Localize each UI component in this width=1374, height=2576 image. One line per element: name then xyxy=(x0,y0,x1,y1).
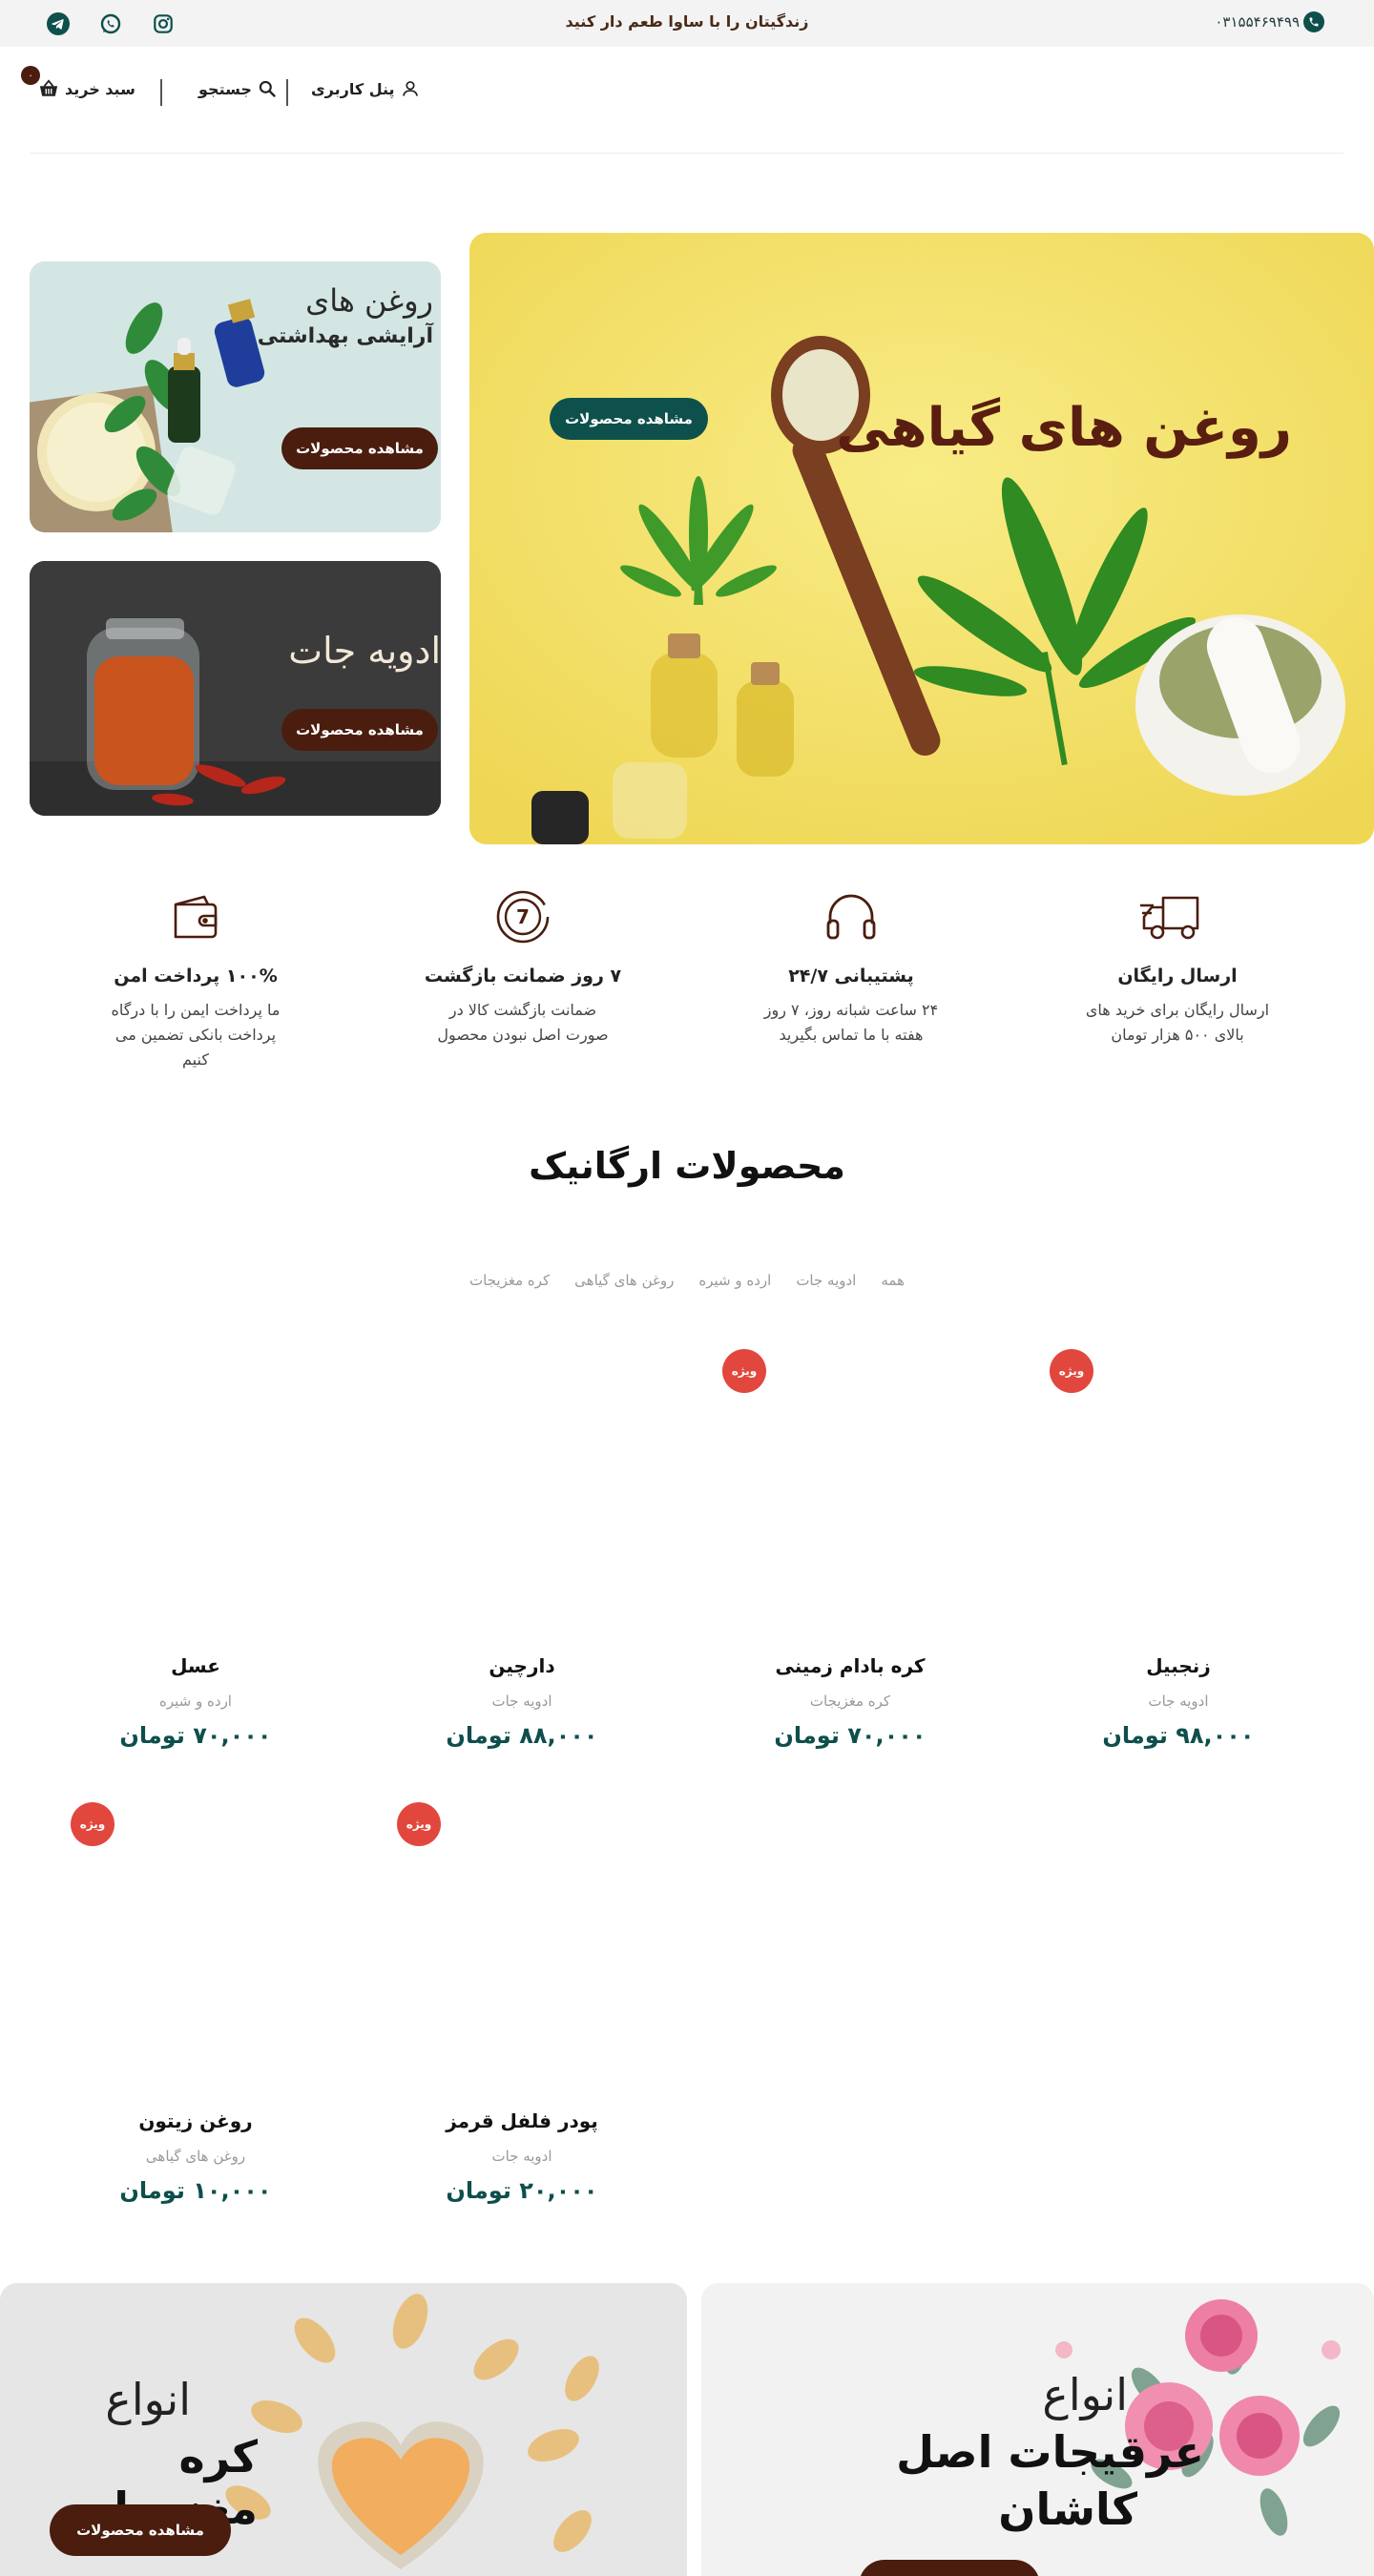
product-card[interactable]: ویژه پودر فلفل قرمز ادویه جات ۲۰,۰۰۰ توم… xyxy=(359,1800,685,2239)
banner-line3: کاشان xyxy=(998,2483,1137,2535)
product-category: ارده و شیره xyxy=(159,1693,232,1710)
telegram-icon[interactable] xyxy=(46,11,70,35)
tab-all[interactable]: همه xyxy=(881,1272,905,1289)
user-panel-label: پنل کاربری xyxy=(311,79,395,98)
truck-icon xyxy=(1140,896,1199,940)
product-price: ۸۸,۰۰۰ تومان xyxy=(446,1722,598,1749)
header-divider xyxy=(286,79,288,106)
svg-text:7: 7 xyxy=(516,905,530,928)
basket-icon xyxy=(39,79,58,96)
feature-description: ضمانت بازگشت کالا در صورت اصل نبودن محصو… xyxy=(437,1001,609,1044)
feature-title: ۱۰۰% پرداخت امن xyxy=(114,966,278,987)
feature-title: پشتیبانی ۲۴/۷ xyxy=(788,966,914,987)
organic-products-heading: محصولات ارگانیک xyxy=(529,1145,845,1187)
banner-line1: انواع xyxy=(105,2374,191,2425)
spices-illustration xyxy=(30,561,441,816)
tab-spices[interactable]: ادویه جات xyxy=(796,1272,856,1289)
product-name[interactable]: روغن زیتون xyxy=(32,2109,359,2132)
product-price: ۷۰,۰۰۰ تومان xyxy=(119,1722,272,1749)
product-category: ادویه جات xyxy=(491,2148,552,2165)
instagram-icon[interactable] xyxy=(151,11,175,35)
card-title: روغن های xyxy=(305,282,433,319)
product-price: ۷۰,۰۰۰ تومان xyxy=(774,1722,926,1749)
cart-label: سبد خرید xyxy=(65,79,135,98)
product-name[interactable]: کره بادام زمینی xyxy=(687,1654,1013,1677)
hero-view-products-button[interactable]: مشاهده محصولات xyxy=(550,398,708,440)
product-card[interactable]: ویژه زنجبیل ادویه جات ۹۸,۰۰۰ تومان xyxy=(1015,1345,1342,1784)
product-price: ۱۰,۰۰۰ تومان xyxy=(119,2177,272,2204)
cart-count-badge: ۰ xyxy=(21,66,40,85)
spices-view-products-button[interactable]: مشاهده محصولات xyxy=(281,709,438,751)
product-name[interactable]: پودر فلفل قرمز xyxy=(359,2109,685,2132)
card-title: ادویه جات xyxy=(288,630,441,672)
seven-day-return-icon: 7 xyxy=(496,890,550,944)
banner-nut-butters[interactable]: انواع کره مغزیجات مشاهده محصولات xyxy=(0,2283,687,2576)
category-filter-tabs: همه ادویه جات ارده و شیره روغن های گیاهی… xyxy=(0,1272,1374,1289)
product-category: کره مغزیجات xyxy=(809,1693,891,1710)
card-subtitle: آرایشی بهداشتی xyxy=(257,324,433,348)
tab-herbal-oils[interactable]: روغن های گیاهی xyxy=(574,1272,674,1289)
nut-butters-view-products-button[interactable]: مشاهده محصولات xyxy=(50,2504,231,2556)
special-badge: ویژه xyxy=(722,1349,766,1393)
product-name[interactable]: عسل xyxy=(32,1654,359,1677)
product-image[interactable] xyxy=(359,1800,685,2106)
promo-card-cosmetic-oils[interactable]: روغن های آرایشی بهداشتی مشاهده محصولات xyxy=(30,261,441,532)
header-divider xyxy=(160,79,162,106)
product-image[interactable] xyxy=(359,1345,685,1651)
search-icon xyxy=(259,80,276,97)
user-panel-link[interactable]: پنل کاربری xyxy=(311,79,420,98)
whatsapp-icon[interactable] xyxy=(98,11,122,35)
herbal-oils-illustration xyxy=(469,233,1374,844)
feature-support: پشتیبانی ۲۴/۷ ۲۴ ساعت شبانه روز، ۷ روز ه… xyxy=(727,887,975,1048)
product-category: ادویه جات xyxy=(491,1693,552,1710)
header-separator xyxy=(31,153,1343,154)
feature-return-guarantee: 7 ۷ روز ضمانت بازگشت ضمانت بازگشت کالا د… xyxy=(399,887,647,1048)
hero-banner-herbal-oils[interactable]: روغن های گیاهی مشاهده محصولات xyxy=(469,233,1374,844)
search-link[interactable]: جستجو xyxy=(198,79,277,98)
tab-tahini-syrup[interactable]: ارده و شیره xyxy=(698,1272,771,1289)
product-category: ادویه جات xyxy=(1148,1693,1209,1710)
feature-title: ارسال رایگان xyxy=(1117,966,1238,987)
product-name[interactable]: زنجبیل xyxy=(1015,1654,1342,1677)
cosmetic-oils-view-products-button[interactable]: مشاهده محصولات xyxy=(281,427,438,469)
cart-link[interactable]: سبد خرید xyxy=(38,79,135,98)
product-category: روغن های گیاهی xyxy=(145,2148,246,2165)
tab-nut-butters[interactable]: کره مغزیجات xyxy=(469,1272,550,1289)
special-badge: ویژه xyxy=(71,1802,114,1846)
site-tagline: زندگیتان را با ساوا طعم دار کنید xyxy=(565,12,809,31)
search-label: جستجو xyxy=(198,79,252,98)
product-card[interactable]: عسل ارده و شیره ۷۰,۰۰۰ تومان xyxy=(32,1345,359,1784)
feature-secure-payment: ۱۰۰% پرداخت امن ما پرداخت ایمن را با درگ… xyxy=(72,887,320,1072)
product-card[interactable]: ویژه کره بادام زمینی کره مغزیجات ۷۰,۰۰۰ … xyxy=(687,1345,1013,1784)
banner-line1: انواع xyxy=(1042,2369,1128,2420)
user-icon xyxy=(402,81,418,96)
product-name[interactable]: دارچین xyxy=(359,1654,685,1677)
banner-line2: عرقیجات اصل xyxy=(896,2426,1204,2478)
wallet-icon xyxy=(174,895,218,939)
product-card[interactable]: دارچین ادویه جات ۸۸,۰۰۰ تومان xyxy=(359,1345,685,1784)
banner-herbal-distillates[interactable]: انواع عرقیجات اصل کاشان xyxy=(701,2283,1374,2576)
top-bar: ۰۳۱۵۵۴۶۹۴۹۹ زندگیتان را با ساوا طعم دار … xyxy=(0,0,1374,47)
special-badge: ویژه xyxy=(1050,1349,1093,1393)
feature-description: ما پرداخت ایمن را با درگاه پرداخت بانکی … xyxy=(111,1001,281,1069)
promo-card-spices[interactable]: ادویه جات مشاهده محصولات xyxy=(30,561,441,816)
social-links xyxy=(46,11,175,35)
feature-title: ۷ روز ضمانت بازگشت xyxy=(424,966,622,987)
distillates-view-products-button[interactable] xyxy=(859,2560,1040,2576)
product-price: ۹۸,۰۰۰ تومان xyxy=(1102,1722,1255,1749)
site-header: پنل کاربری جستجو سبد خرید ۰ xyxy=(0,47,1374,154)
special-badge: ویژه xyxy=(397,1802,441,1846)
feature-description: ۲۴ ساعت شبانه روز، ۷ روز هفته با ما تماس… xyxy=(763,1001,939,1044)
product-image[interactable] xyxy=(32,1345,359,1651)
hero-title: روغن های گیاهی xyxy=(836,397,1292,459)
feature-description: ارسال رایگان برای خرید های بالای ۵۰۰ هزا… xyxy=(1085,1001,1270,1044)
feature-free-shipping: ارسال رایگان ارسال رایگان برای خرید های … xyxy=(1053,887,1301,1048)
headphones-icon xyxy=(826,894,876,940)
product-card[interactable]: ویژه روغن زیتون روغن های گیاهی ۱۰,۰۰۰ تو… xyxy=(32,1800,359,2239)
product-image[interactable] xyxy=(32,1800,359,2106)
product-price: ۲۰,۰۰۰ تومان xyxy=(446,2177,598,2204)
